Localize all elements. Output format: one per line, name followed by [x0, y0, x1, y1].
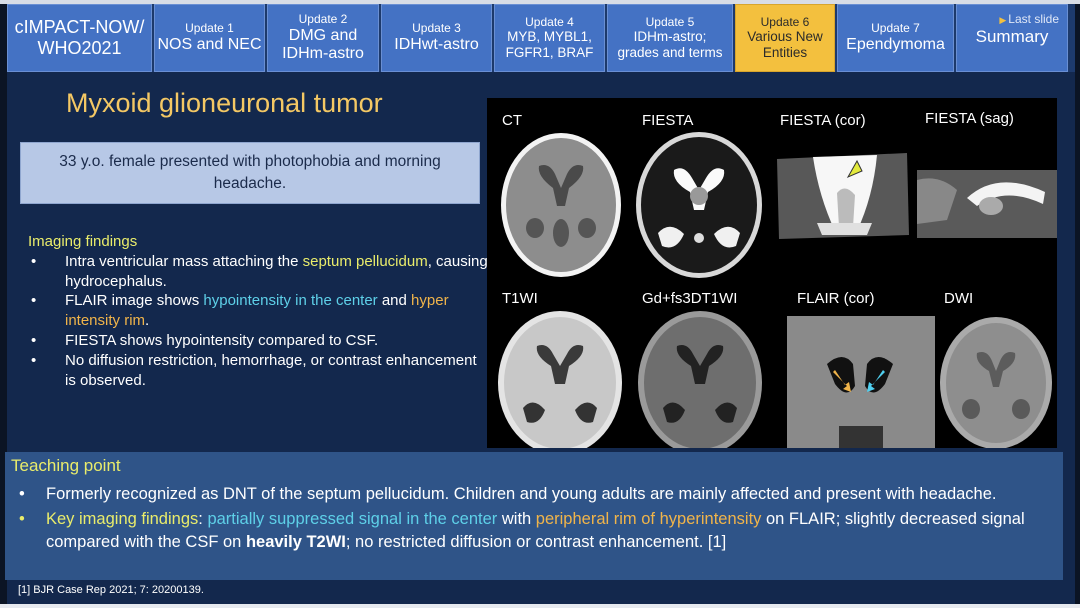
tab-subtitle: MYB, MYBL1,	[507, 29, 592, 45]
tab-update-5[interactable]: Update 5 IDHm-astro; grades and terms	[607, 4, 733, 72]
fiesta-sagittal-image	[917, 170, 1057, 238]
finding-text: .	[145, 312, 150, 330]
tab-home-line2: WHO2021	[37, 38, 122, 58]
key-label: Key imaging findings	[46, 509, 199, 528]
tab-summary[interactable]: ▶ Last slide Summary	[956, 4, 1068, 72]
highlight-rim: peripheral rim of hyperintensity	[535, 509, 762, 528]
tab-update-3[interactable]: Update 3 IDHwt-astro	[381, 4, 492, 72]
reference-footnote: [1] BJR Case Rep 2021; 7: 20200139.	[18, 584, 204, 596]
highlight-center: partially suppressed signal in the cente…	[207, 509, 498, 528]
case-text: 33 y.o. female presented with photophobi…	[59, 153, 441, 192]
imaging-findings-heading: Imaging findings	[28, 233, 138, 250]
image-label-ct: CT	[502, 112, 522, 129]
t1wi-axial-image	[498, 311, 622, 448]
tab-update-7[interactable]: Update 7 Ependymoma	[837, 4, 954, 72]
image-label-dwi: DWI	[944, 290, 974, 307]
tab-subtitle: NOS and NEC	[157, 35, 262, 53]
image-label-gd-t1wi: Gd+fs3DT1WI	[642, 290, 738, 307]
teaching-point-list: Formerly recognized as DNT of the septum…	[5, 483, 1045, 555]
tab-subtitle: Summary	[975, 26, 1049, 46]
slide-title: Myxoid glioneuronal tumor	[66, 88, 383, 118]
tab-subtitle: Entities	[762, 44, 808, 60]
image-label-fiesta-cor: FIESTA (cor)	[780, 112, 866, 129]
tab-label: Update 4	[525, 14, 574, 29]
tab-update-4[interactable]: Update 4 MYB, MYBL1, FGFR1, BRAF	[494, 4, 605, 72]
tab-label: Update 5	[645, 14, 695, 29]
gd-t1wi-axial-image	[638, 311, 762, 448]
tab-subtitle: grades and terms	[617, 44, 723, 60]
imaging-findings: Imaging findings Intra ventricular mass …	[28, 232, 488, 390]
finding-item: FIESTA shows hypointensity compared to C…	[28, 331, 488, 351]
imaging-findings-list: Intra ventricular mass attaching the sep…	[28, 252, 488, 391]
tab-subtitle: IDHwt-astro	[394, 35, 479, 53]
image-label-fiesta: FIESTA	[642, 112, 694, 129]
image-label-t1wi: T1WI	[502, 290, 538, 307]
tab-subtitle: Ependymoma	[846, 35, 945, 53]
teaching-item: Formerly recognized as DNT of the septum…	[5, 483, 1045, 506]
tab-subtitle: FGFR1, BRAF	[505, 44, 594, 60]
image-label-fiesta-sag: FIESTA (sag)	[925, 110, 1014, 127]
teaching-point: Teaching point Formerly recognized as DN…	[5, 452, 1063, 580]
highlight-septum: septum pellucidum	[302, 252, 428, 270]
case-presentation-box: 33 y.o. female presented with photophobi…	[20, 142, 480, 204]
tab-label: Update 1	[185, 20, 234, 35]
play-icon: ▶	[999, 15, 1007, 25]
bold-t2wi: heavily T2WI	[245, 532, 346, 551]
image-panel: CT FIESTA FIESTA (cor) FIESTA (sag) T1WI…	[487, 98, 1057, 448]
tab-subtitle: IDHm-astro	[282, 44, 364, 62]
ct-axial-image	[501, 133, 621, 277]
tab-home[interactable]: cIMPACT-NOW/ WHO2021	[7, 4, 152, 72]
teaching-point-heading: Teaching point	[11, 456, 121, 475]
teaching-text: ; no restricted diffusion or contrast en…	[345, 532, 727, 551]
last-slide-label: Last slide	[1008, 12, 1059, 26]
tab-update-6[interactable]: Update 6 Various New Entities	[735, 4, 835, 72]
dwi-axial-image	[940, 317, 1052, 448]
tab-subtitle: IDHm-astro;	[633, 29, 707, 45]
teaching-text: with	[497, 509, 536, 528]
tab-label: Update 6	[760, 14, 810, 29]
tab-home-line1: cIMPACT-NOW/	[14, 17, 145, 38]
tab-subtitle: Various New	[747, 29, 823, 45]
highlight-hypo: hypointensity in the center	[203, 292, 378, 310]
tab-update-1[interactable]: Update 1 NOS and NEC	[154, 4, 265, 72]
bottom-edge	[0, 604, 1080, 608]
finding-item: No diffusion restriction, hemorrhage, or…	[28, 351, 488, 391]
finding-text: FLAIR image shows	[65, 292, 204, 310]
finding-text: and	[377, 292, 412, 310]
tab-label: Update 2	[298, 11, 348, 26]
tab-label: Update 3	[412, 20, 461, 35]
nav-bar: cIMPACT-NOW/ WHO2021 Update 1 NOS and NE…	[7, 4, 1075, 72]
teaching-item-key: Key imaging findings: partially suppress…	[5, 508, 1045, 554]
tab-label: Update 7	[871, 20, 920, 35]
tab-update-2[interactable]: Update 2 DMG and IDHm-astro	[267, 4, 379, 72]
image-label-flair-cor: FLAIR (cor)	[797, 290, 875, 307]
fiesta-axial-image	[636, 132, 762, 278]
finding-item: Intra ventricular mass attaching the sep…	[28, 252, 488, 292]
finding-item: FLAIR image shows hypointensity in the c…	[28, 291, 488, 331]
last-slide-link: ▶ Last slide	[999, 12, 1059, 27]
flair-coronal-image	[787, 316, 935, 448]
tab-subtitle: DMG and	[288, 26, 358, 44]
finding-text: Intra ventricular mass attaching the	[65, 252, 303, 270]
fiesta-coronal-image	[777, 153, 909, 239]
